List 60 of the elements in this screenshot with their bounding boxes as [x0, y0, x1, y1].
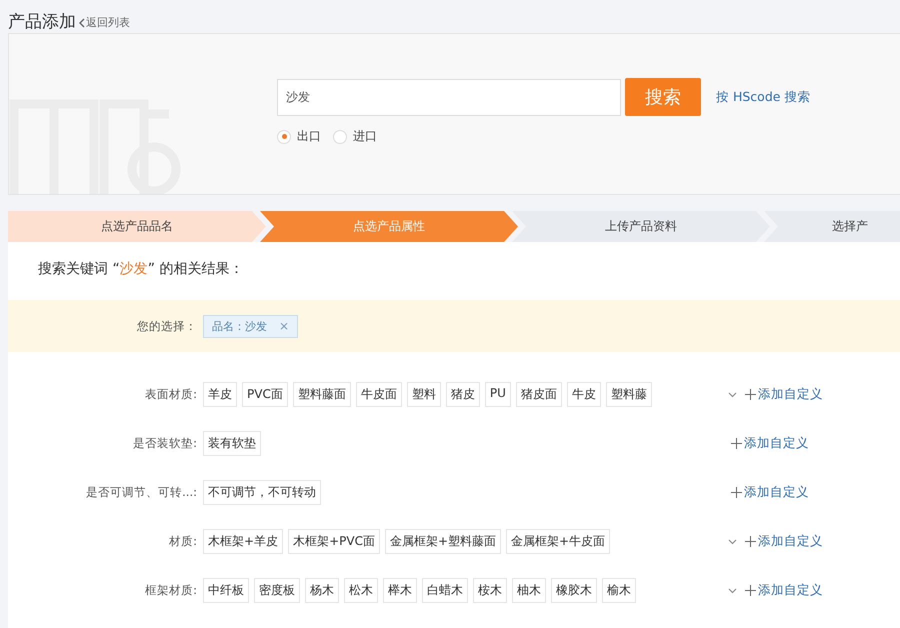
hscode-search-link[interactable]: 按 HScode 搜索 [716, 88, 810, 106]
option-tag[interactable]: 白蜡木 [422, 578, 468, 603]
attribute-label: 是否可调节、可转...: [85, 485, 198, 500]
option-tag[interactable]: 不可调节，不可转动 [203, 480, 321, 505]
plus-icon [745, 389, 756, 400]
attribute-label: 表面材质: [144, 387, 198, 402]
progress-step: 点选产品品名 [8, 211, 266, 242]
attribute-label: 是否装软垫: [132, 436, 198, 451]
option-tag[interactable]: 牛皮 [566, 382, 601, 407]
add-custom-link[interactable]: 添加自定义 [745, 533, 823, 550]
tag-text: 品名：沙发 [212, 318, 267, 334]
selection-label: 您的选择： [136, 318, 198, 334]
attribute-label: 材质: [168, 534, 198, 549]
plus-icon [745, 536, 756, 547]
option-tag[interactable]: 橡胶木 [551, 578, 597, 603]
option-tag[interactable]: 塑料 [406, 382, 441, 407]
radio-label: 进口 [353, 128, 377, 145]
radio-button[interactable] [333, 130, 347, 144]
result-heading: 搜索关键词 “沙发” 的相关结果： [37, 260, 244, 279]
option-tag[interactable]: 金属框架+牛皮面 [506, 529, 610, 554]
radio-button[interactable] [277, 130, 291, 144]
option-tag[interactable]: 榆木 [602, 578, 636, 603]
option-tag[interactable]: PU [484, 382, 511, 407]
option-tag[interactable]: 羊皮 [203, 382, 237, 407]
add-custom-link[interactable]: 添加自定义 [745, 386, 823, 403]
add-custom-link[interactable]: 添加自定义 [745, 582, 823, 599]
option-tag[interactable]: 密度板 [254, 578, 300, 603]
chevron-down-icon[interactable] [728, 392, 737, 398]
option-tag[interactable]: 塑料藤 [606, 382, 652, 407]
progress-step: 上传产品资料 [512, 211, 770, 242]
plus-icon [731, 487, 742, 498]
option-tag[interactable]: 装有软垫 [203, 431, 261, 456]
plus-icon [745, 585, 756, 596]
chevron-down-icon[interactable] [728, 538, 737, 544]
option-tag[interactable]: 榉木 [383, 578, 417, 603]
back-link[interactable]: 返回列表 [78, 15, 130, 30]
option-tag[interactable]: 杨木 [305, 578, 339, 603]
option-tag[interactable]: 牛皮面 [356, 382, 402, 407]
option-tag[interactable]: PVC面 [242, 382, 288, 407]
option-tag[interactable]: 猪皮面 [516, 382, 562, 407]
option-tag[interactable]: 松木 [344, 578, 378, 603]
option-tag[interactable]: 金属框架+塑料藤面 [384, 529, 502, 554]
progress-step: 点选产品属性 [260, 211, 518, 242]
attribute-label: 框架材质: [144, 583, 198, 598]
search-field[interactable]: 沙发 [277, 78, 621, 116]
option-tag[interactable]: 中纤板 [203, 578, 249, 603]
option-tag[interactable]: 猪皮 [446, 382, 480, 407]
option-tag[interactable]: 桉木 [473, 578, 507, 603]
option-tag[interactable]: 木框架+羊皮 [203, 529, 284, 554]
add-custom-link[interactable]: 添加自定义 [731, 435, 809, 452]
page-title: 产品添加 [8, 11, 76, 33]
option-tag[interactable]: 塑料藤面 [292, 382, 351, 407]
option-tag[interactable]: 柚木 [512, 578, 546, 603]
radio-label: 出口 [297, 128, 321, 145]
progress-step: 选择产 [764, 211, 900, 242]
plus-icon [731, 438, 742, 449]
option-tag[interactable]: 木框架+PVC面 [288, 529, 380, 554]
add-custom-link[interactable]: 添加自定义 [731, 484, 809, 501]
chevron-down-icon[interactable] [728, 588, 737, 594]
chevron-left-icon [78, 18, 86, 28]
